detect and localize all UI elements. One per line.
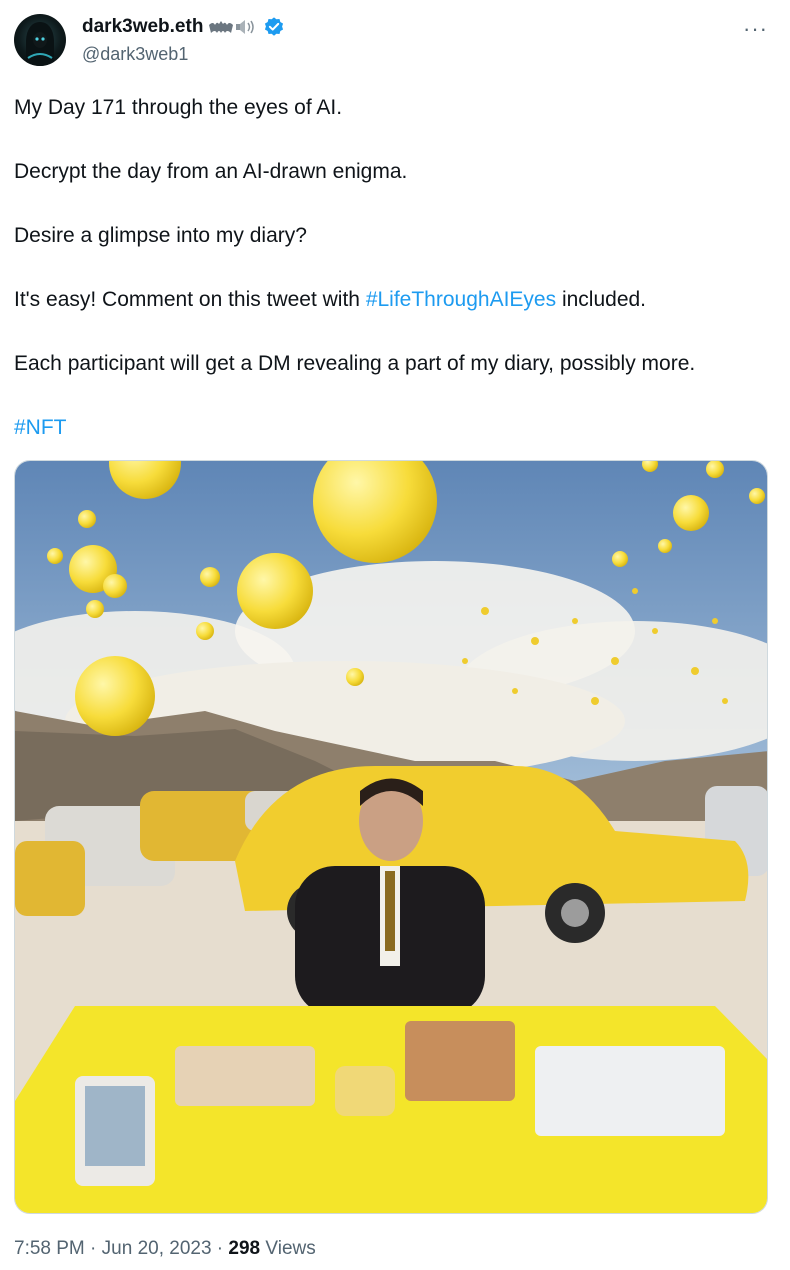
hashtag-link-nft[interactable]: #NFT [14,416,67,439]
tweet-meta: 7:58 PM · Jun 20, 2023 · 298 Views [14,1238,316,1260]
views-label: Views [260,1238,316,1259]
tweet-image[interactable] [14,460,768,1214]
avatar[interactable] [14,14,66,66]
tweet-line: Each participant will get a DM revealing… [14,352,696,375]
more-options-icon[interactable]: ··· [743,16,768,42]
handle[interactable]: @dark3web1 [82,44,188,65]
tweet-header: dark3web.eth @dark3web1 ··· [14,14,776,70]
tweet-line: Desire a glimpse into my diary? [14,224,307,247]
tweet-line: #NFT [14,414,776,442]
display-name[interactable]: dark3web.eth [82,16,203,38]
verified-badge-icon [265,17,284,36]
tweet-time[interactable]: 7:58 PM [14,1238,85,1259]
speaker-icon [236,20,255,34]
bat-icon [209,21,234,33]
name-emojis [209,17,257,37]
hooded-figure-icon [26,22,54,66]
views-count: 298 [228,1238,261,1259]
tweet-line: It's easy! Comment on this tweet with #L… [14,286,776,314]
tweet-text-segment: It's easy! Comment on this tweet with [14,288,366,311]
separator: · [211,1238,229,1259]
ai-image [15,461,767,1213]
tweet-text-segment: included. [556,288,647,311]
separator: · [84,1238,102,1259]
hashtag-link[interactable]: #LifeThroughAIEyes [366,288,556,311]
tweet-date[interactable]: Jun 20, 2023 [102,1238,212,1259]
tweet-text: My Day 171 through the eyes of AI. Decry… [14,94,776,478]
tweet-line: My Day 171 through the eyes of AI. [14,96,343,119]
tweet-line: Decrypt the day from an AI-drawn enigma. [14,160,408,183]
